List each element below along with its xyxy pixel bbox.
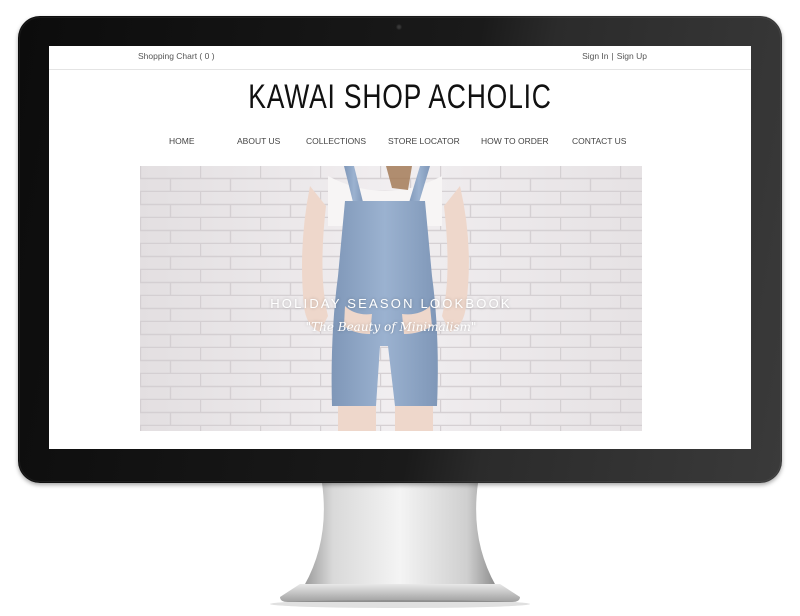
shopping-cart-link[interactable]: Shopping Chart ( 0 ) xyxy=(138,51,215,61)
sign-in-link[interactable]: Sign In xyxy=(582,51,608,61)
nav-about-us[interactable]: ABOUT US xyxy=(237,136,280,146)
website-screen: Shopping Chart ( 0 ) Sign In | Sign Up KAW… xyxy=(49,46,751,449)
top-bar: Shopping Chart ( 0 ) Sign In | Sign Up xyxy=(49,46,751,70)
nav-home[interactable]: HOME xyxy=(169,136,195,146)
sign-up-link[interactable]: Sign Up xyxy=(617,51,647,61)
hero-banner[interactable]: HOLIDAY SEASON LOOKBOOK "The Beauty of M… xyxy=(140,166,642,431)
monitor-bezel: Shopping Chart ( 0 ) Sign In | Sign Up KAW… xyxy=(18,16,782,483)
webcam-dot-icon xyxy=(396,24,402,30)
nav-collections[interactable]: COLLECTIONS xyxy=(306,136,366,146)
link-separator: | xyxy=(611,51,614,61)
site-logo[interactable]: KAWAI SHOP ACHOLIC xyxy=(126,78,674,117)
account-links: Sign In | Sign Up xyxy=(582,51,647,61)
monitor-mockup: Shopping Chart ( 0 ) Sign In | Sign Up KAW… xyxy=(0,0,800,616)
nav-how-to-order[interactable]: HOW TO ORDER xyxy=(481,136,549,146)
main-navigation: HOME ABOUT US COLLECTIONS STORE LOCATOR … xyxy=(49,136,751,150)
hero-title: HOLIDAY SEASON LOOKBOOK xyxy=(270,296,512,311)
nav-contact-us[interactable]: CONTACT US xyxy=(572,136,626,146)
hero-subtitle: "The Beauty of Minimalism" xyxy=(305,320,477,334)
nav-store-locator[interactable]: STORE LOCATOR xyxy=(388,136,460,146)
